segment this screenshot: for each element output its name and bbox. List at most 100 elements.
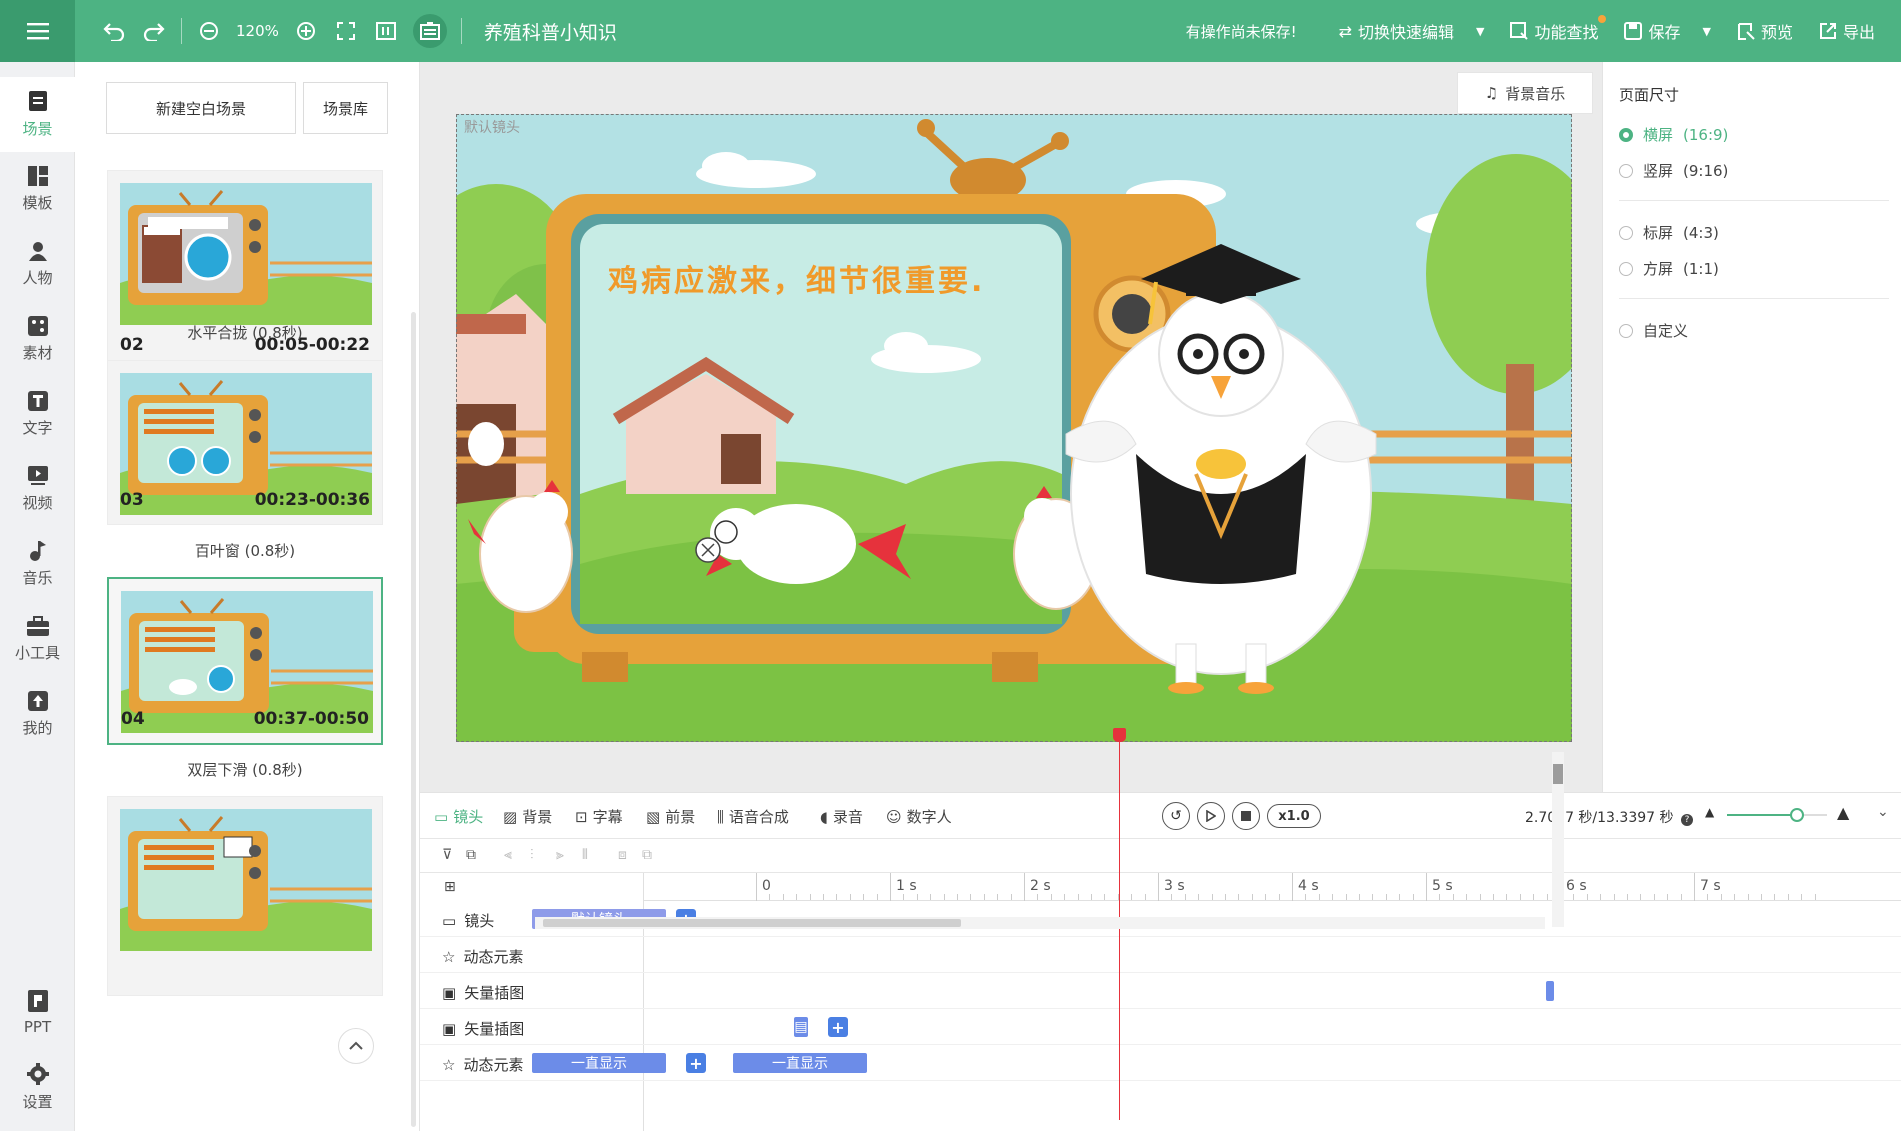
nav-item-video[interactable]: 视频 bbox=[0, 452, 75, 527]
ruler-minor-tick bbox=[1439, 894, 1441, 900]
chevron-down-icon[interactable]: ▼ bbox=[1476, 25, 1484, 38]
scene-library-button[interactable]: 场景库 bbox=[303, 82, 388, 134]
export-icon bbox=[1819, 23, 1836, 39]
ruler-minor-tick bbox=[1573, 894, 1575, 900]
actual-size-icon[interactable] bbox=[373, 18, 399, 44]
nav-label: 文字 bbox=[22, 419, 53, 437]
timeline-horizontal-scrollbar[interactable] bbox=[535, 917, 1545, 929]
scene-transition[interactable]: 百叶窗 (0.8秒) bbox=[107, 540, 383, 561]
menu-icon[interactable] bbox=[0, 0, 75, 62]
chevron-down-icon[interactable]: ▼ bbox=[1703, 25, 1711, 38]
page-size-option-portrait[interactable]: 竖屏 (9:16) bbox=[1619, 160, 1728, 181]
timeline-ruler[interactable]: 0 1 s 2 s 3 s 4 s 5 s 6 s 7 s bbox=[644, 873, 1901, 901]
ruler-minor-tick bbox=[1493, 894, 1494, 900]
document-title[interactable]: 养殖科普小知识 bbox=[484, 18, 617, 45]
nav-item-person[interactable]: 人物 bbox=[0, 227, 75, 302]
scrollbar-thumb[interactable] bbox=[543, 919, 961, 927]
keyboard-icon[interactable] bbox=[412, 14, 447, 48]
nav-item-template[interactable]: 模板 bbox=[0, 152, 75, 227]
collapse-timeline-icon[interactable]: ⌄ bbox=[1877, 804, 1889, 820]
background-music-button[interactable]: ♫ 背景音乐 bbox=[1457, 72, 1593, 114]
zoom-out-timeline-icon[interactable]: ▲ bbox=[1705, 805, 1714, 819]
page-size-option-custom[interactable]: 自定义 bbox=[1619, 320, 1688, 341]
zoom-out-icon[interactable] bbox=[196, 18, 222, 44]
scene-number: 03 bbox=[120, 490, 144, 510]
playhead-handle[interactable] bbox=[1112, 728, 1126, 742]
replay-button[interactable]: ↺ bbox=[1162, 802, 1190, 830]
group-icon[interactable]: ⧉ bbox=[466, 847, 476, 863]
scene-card[interactable]: 03 00:23-00:36 bbox=[107, 360, 383, 525]
add-clip-button[interactable]: + bbox=[828, 1017, 848, 1037]
clip-icon-item[interactable]: ▤ bbox=[794, 1017, 808, 1037]
timeline-vertical-scrollbar[interactable] bbox=[1552, 752, 1564, 927]
page-size-option-landscape[interactable]: 横屏 (16:9) bbox=[1619, 124, 1728, 145]
fullscreen-icon[interactable] bbox=[333, 18, 359, 44]
clip-always-show[interactable]: 一直显示 bbox=[532, 1053, 666, 1073]
page-size-option-standard[interactable]: 标屏 (4:3) bbox=[1619, 222, 1719, 243]
nav-item-asset[interactable]: 素材 bbox=[0, 302, 75, 377]
scene-scrollbar[interactable] bbox=[411, 312, 416, 1127]
export-button[interactable]: 导出 bbox=[1819, 19, 1875, 43]
nav-label: 模板 bbox=[22, 194, 53, 212]
filter-icon[interactable]: ⊽ bbox=[442, 847, 452, 863]
tab-digital-human[interactable]: ☺ 数字人 bbox=[886, 806, 952, 827]
zoom-in-timeline-icon[interactable]: ▲ bbox=[1837, 803, 1849, 822]
scrollbar-thumb[interactable] bbox=[1553, 764, 1563, 784]
stop-button[interactable] bbox=[1232, 802, 1260, 830]
clip-edge[interactable] bbox=[1546, 981, 1554, 1001]
help-icon[interactable]: ? bbox=[1680, 814, 1693, 826]
tab-foreground[interactable]: ▧ 前景 bbox=[646, 806, 695, 827]
playback-speed-button[interactable]: x1.0 bbox=[1267, 804, 1321, 828]
tv-caption[interactable]: 鸡病应激来，细节很重要. bbox=[608, 256, 985, 300]
ruler-minor-tick bbox=[1278, 894, 1280, 900]
align-right-icon: ⫸ bbox=[556, 847, 564, 863]
scroll-to-top-button[interactable] bbox=[338, 1028, 374, 1064]
new-blank-scene-button[interactable]: 新建空白场景 bbox=[106, 82, 296, 134]
ruler-minor-tick bbox=[1787, 894, 1789, 900]
nav-item-mine[interactable]: 我的 bbox=[0, 677, 75, 752]
nav-item-settings[interactable]: 设置 bbox=[0, 1050, 75, 1125]
nav-item-ppt[interactable]: PPT bbox=[0, 975, 75, 1050]
tab-subtitle[interactable]: ⊡ 字幕 bbox=[575, 806, 623, 827]
nav-item-scene[interactable]: 场景 bbox=[0, 77, 75, 152]
ruler-minor-tick bbox=[1037, 894, 1039, 900]
ruler-minor-tick bbox=[1452, 894, 1454, 900]
ruler-minor-tick bbox=[849, 894, 851, 900]
top-bar: 120% 养殖科普小知识 有操作尚未保存! ⇄ 切换快速编辑 ▼ 功能查找 保存… bbox=[0, 0, 1901, 62]
add-clip-button[interactable]: + bbox=[686, 1053, 706, 1073]
scene-transition[interactable]: 双层下滑 (0.8秒) bbox=[107, 759, 383, 780]
nav-item-music[interactable]: 音乐 bbox=[0, 527, 75, 602]
nav-item-toolbox[interactable]: 小工具 bbox=[0, 602, 75, 677]
scene-card[interactable] bbox=[107, 796, 383, 996]
undo-icon[interactable] bbox=[101, 18, 127, 44]
track-layout-icon[interactable]: ⊞ bbox=[444, 879, 456, 895]
scene-card-selected[interactable]: 04 00:37-00:50 bbox=[107, 577, 383, 745]
ruler-minor-tick bbox=[1586, 894, 1588, 900]
nav-item-text[interactable]: 文字 bbox=[0, 377, 75, 452]
chevron-up-icon bbox=[349, 1041, 363, 1050]
tab-background[interactable]: ▨ 背景 bbox=[503, 806, 552, 827]
switch-quick-edit-button[interactable]: ⇄ 切换快速编辑 ▼ bbox=[1339, 19, 1485, 43]
ruler-minor-tick bbox=[1305, 894, 1307, 900]
ruler-minor-tick bbox=[1774, 894, 1776, 900]
zoom-in-icon[interactable] bbox=[293, 18, 319, 44]
stage-canvas[interactable]: 鸡病应激来，细节很重要. bbox=[456, 114, 1572, 742]
tab-speech-synthesis[interactable]: ⫼ 语音合成 bbox=[717, 806, 789, 827]
ruler-label: 6 s bbox=[1566, 878, 1587, 894]
redo-icon[interactable] bbox=[141, 18, 167, 44]
ruler-minor-tick bbox=[823, 894, 824, 900]
save-button[interactable]: 保存 ▼ bbox=[1624, 19, 1711, 43]
feature-search-button[interactable]: 功能查找 bbox=[1510, 15, 1607, 43]
tab-recording[interactable]: ◖ 录音 bbox=[820, 806, 863, 827]
clip-always-show[interactable]: 一直显示 bbox=[733, 1053, 867, 1073]
ruler-minor-tick bbox=[1399, 894, 1401, 900]
play-button[interactable] bbox=[1197, 802, 1225, 830]
page-size-option-square[interactable]: 方屏 (1:1) bbox=[1619, 258, 1719, 279]
tab-shot[interactable]: ▭ 镜头 bbox=[434, 806, 483, 827]
nav-label: 我的 bbox=[22, 719, 53, 737]
preview-button[interactable]: 预览 bbox=[1737, 19, 1793, 43]
timeline-zoom-slider[interactable] bbox=[1727, 808, 1827, 822]
slider-knob[interactable] bbox=[1790, 808, 1804, 822]
order-icon: ⧈ bbox=[618, 847, 627, 863]
scene-transition[interactable]: 水平合拢 (0.8秒) bbox=[107, 322, 383, 343]
